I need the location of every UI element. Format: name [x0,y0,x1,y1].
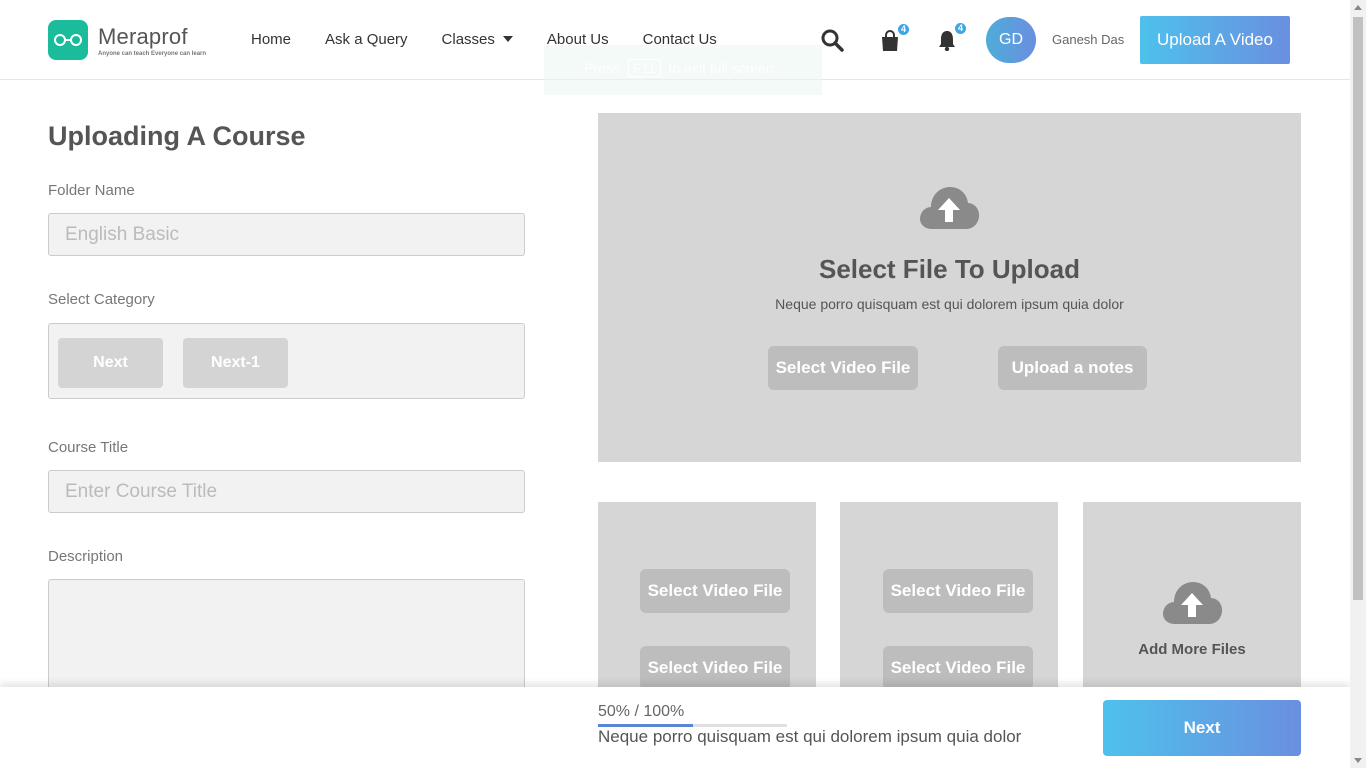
category-label: Select Category [48,291,155,308]
user-name[interactable]: Ganesh Das [1052,32,1124,47]
category-next-button[interactable]: Next [58,338,163,388]
cloud-upload-icon [1161,580,1223,629]
brand-tagline: Anyone can teach Everyone can learn [98,50,207,57]
nav-classes-label: Classes [441,31,495,48]
add-more-files-label: Add More Files [1138,641,1246,658]
upload-notes-button[interactable]: Upload a notes [998,346,1147,390]
category-next-1-button[interactable]: Next-1 [183,338,288,388]
cart-button[interactable]: 4 [879,22,911,52]
select-video-file-button[interactable]: Select Video File [768,346,918,390]
folder-name-input[interactable]: English Basic [48,213,525,256]
next-button[interactable]: Next [1103,700,1301,756]
card-1-select-video-button-1[interactable]: Select Video File [640,569,790,613]
fullscreen-hint-key: F11 [627,59,661,77]
page-title: Uploading A Course [48,121,306,151]
cart-count-badge: 4 [896,22,911,37]
search-icon[interactable] [820,28,844,52]
card-2-select-video-button-2[interactable]: Select Video File [883,646,1033,690]
nav-ask-query[interactable]: Ask a Query [325,31,408,48]
notification-count-badge: 4 [953,21,968,36]
dropzone-title: Select File To Upload [818,254,1080,284]
upload-video-button[interactable]: Upload A Video [1140,16,1290,64]
page-scrollbar[interactable] [1350,0,1366,768]
glasses-logo-icon [48,20,88,60]
footer-description: Neque porro quisquam est qui dolorem ips… [598,727,1022,746]
video-card-2: Select Video File Select Video File [840,502,1058,702]
folder-name-label: Folder Name [48,182,135,199]
scrollbar-thumb[interactable] [1353,17,1363,600]
brand-logo[interactable]: Meraprof Anyone can teach Everyone can l… [48,20,206,60]
description-label: Description [48,548,124,565]
course-title-label: Course Title [48,439,129,456]
video-card-1: Select Video File Select Video File [598,502,816,702]
avatar[interactable]: GD [986,17,1036,63]
cloud-upload-icon [918,185,980,234]
dropzone-subtitle: Neque porro quisquam est qui dolorem ips… [775,296,1124,312]
card-2-select-video-button-1[interactable]: Select Video File [883,569,1033,613]
nav-home[interactable]: Home [251,31,291,48]
upload-dropzone[interactable]: Select File To Upload Neque porro quisqu… [598,113,1301,462]
scroll-down-arrow-icon[interactable] [1354,758,1362,763]
card-1-select-video-button-2[interactable]: Select Video File [640,646,790,690]
fullscreen-hint-press: Press [584,60,620,76]
progress-text: 50% / 100% [598,703,685,720]
description-textarea[interactable] [48,579,525,689]
fullscreen-hint-rest: to exit full screen [668,60,774,76]
nav-classes[interactable]: Classes [442,31,513,48]
category-selector: Next Next-1 [48,323,525,399]
notifications-button[interactable]: 4 [936,21,968,52]
scroll-up-arrow-icon[interactable] [1354,5,1362,10]
footer-bar: 50% / 100% Neque porro quisquam est qui … [0,687,1350,768]
top-header: Meraprof Anyone can teach Everyone can l… [0,0,1350,95]
brand-name: Meraprof [98,23,188,49]
fullscreen-hint: Press F11 to exit full screen [544,45,822,95]
chevron-down-icon [502,36,513,43]
course-title-input[interactable]: Enter Course Title [48,470,525,513]
add-more-files-card[interactable]: Add More Files [1083,502,1301,702]
